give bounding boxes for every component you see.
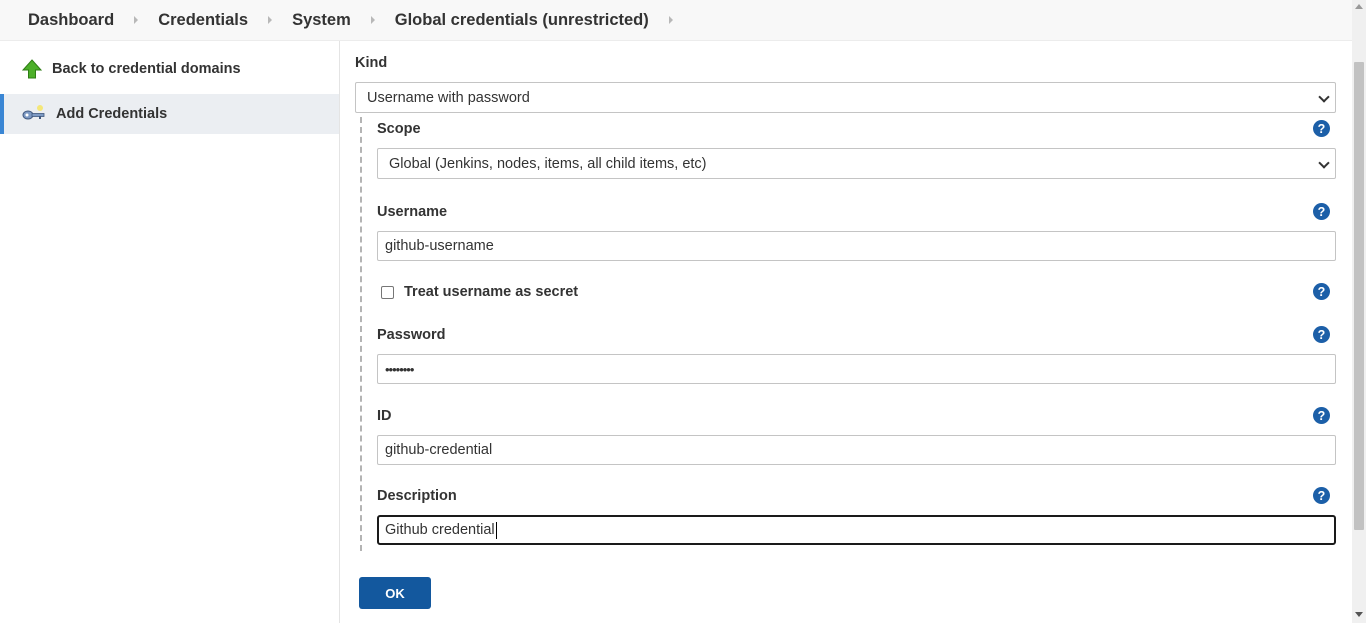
id-value: github-credential <box>385 442 493 458</box>
kind-select[interactable]: Username with password <box>355 82 1336 113</box>
breadcrumb-separator-icon[interactable] <box>248 16 292 24</box>
password-value: •••••••• <box>385 361 414 377</box>
treat-username-secret-checkbox[interactable] <box>381 286 394 299</box>
description-value: Github credential <box>385 522 495 538</box>
description-help-icon[interactable]: ? <box>1313 487 1330 504</box>
credential-form: Kind Username with password Scope ? Glob… <box>341 41 1352 623</box>
key-icon <box>22 105 45 120</box>
chevron-down-icon <box>1318 157 1330 169</box>
breadcrumb: Dashboard Credentials System Global cred… <box>0 0 1352 41</box>
username-field[interactable]: github-username <box>377 231 1336 261</box>
ok-button[interactable]: OK <box>359 577 431 609</box>
kind-select-value: Username with password <box>367 89 530 106</box>
username-value: github-username <box>385 238 494 254</box>
id-field[interactable]: github-credential <box>377 435 1336 465</box>
description-field[interactable]: Github credential <box>377 515 1336 545</box>
breadcrumb-dashboard[interactable]: Dashboard <box>28 11 114 30</box>
password-field[interactable]: •••••••• <box>377 354 1336 384</box>
kind-label: Kind <box>355 55 388 71</box>
sidebar-item-add-credentials[interactable]: Add Credentials <box>0 94 339 134</box>
up-arrow-icon <box>22 59 42 79</box>
breadcrumb-credentials[interactable]: Credentials <box>158 11 248 30</box>
sidebar-item-back-to-credential-domains[interactable]: Back to credential domains <box>0 49 339 89</box>
username-help-icon[interactable]: ? <box>1313 203 1330 220</box>
scope-help-icon[interactable]: ? <box>1313 120 1330 137</box>
chevron-down-icon <box>1318 91 1330 103</box>
scroll-down-icon[interactable] <box>1355 612 1363 617</box>
username-label: Username <box>377 204 448 220</box>
sidebar-item-label: Back to credential domains <box>52 61 241 77</box>
password-help-icon[interactable]: ? <box>1313 326 1330 343</box>
sidebar-item-label: Add Credentials <box>56 106 168 122</box>
breadcrumb-system[interactable]: System <box>292 11 351 30</box>
id-label: ID <box>377 408 392 424</box>
scope-select[interactable]: Global (Jenkins, nodes, items, all child… <box>377 148 1336 179</box>
breadcrumb-separator-icon[interactable] <box>114 16 158 24</box>
breadcrumb-separator-icon[interactable] <box>649 16 693 24</box>
sidebar: Back to credential domains Add Credentia… <box>0 41 340 623</box>
scope-select-value: Global (Jenkins, nodes, items, all child… <box>389 155 707 172</box>
treat-username-secret-label[interactable]: Treat username as secret <box>404 284 578 300</box>
description-label: Description <box>377 488 457 504</box>
scroll-up-icon[interactable] <box>1355 4 1363 9</box>
breadcrumb-global-credentials[interactable]: Global credentials (unrestricted) <box>395 11 649 30</box>
password-label: Password <box>377 327 446 343</box>
vertical-scrollbar[interactable] <box>1352 0 1366 623</box>
breadcrumb-separator-icon[interactable] <box>351 16 395 24</box>
id-help-icon[interactable]: ? <box>1313 407 1330 424</box>
scrollbar-thumb[interactable] <box>1354 62 1364 530</box>
text-caret <box>495 521 497 539</box>
treat-secret-help-icon[interactable]: ? <box>1313 283 1330 300</box>
nested-section-divider <box>360 117 362 551</box>
scope-label: Scope <box>377 121 421 137</box>
